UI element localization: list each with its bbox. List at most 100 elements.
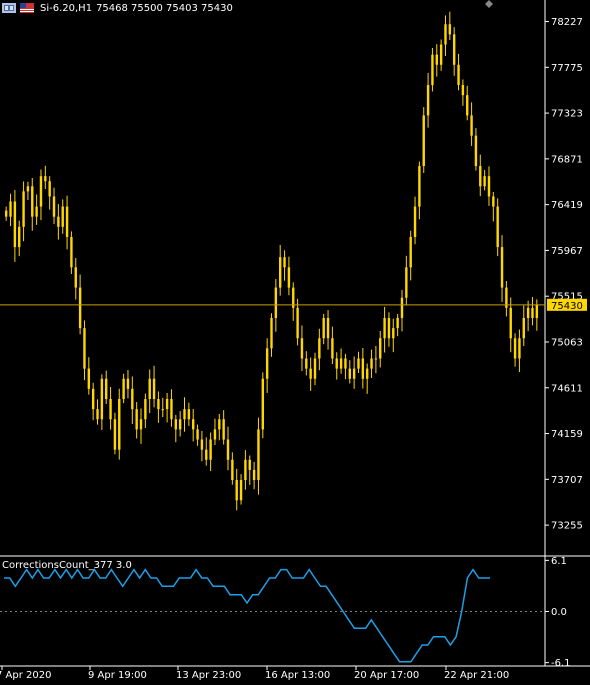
candle-body [418, 166, 421, 207]
candle-body [118, 399, 121, 450]
candle-body [426, 85, 430, 116]
candle-body [387, 317, 391, 339]
candle-body [170, 399, 173, 420]
candle-body [39, 176, 43, 207]
candle-body [257, 429, 260, 481]
candle-body [496, 206, 499, 248]
candle-body [113, 419, 117, 450]
candle-body [4, 210, 8, 217]
candle-body [183, 409, 186, 420]
candle-body [422, 115, 425, 167]
candle-body [361, 358, 365, 379]
price-tick-label: 74159 [551, 429, 583, 440]
candle-body [109, 399, 112, 420]
price-chart[interactable]: 7822777775773237687176419759677551575063… [0, 0, 590, 681]
candle-body [396, 317, 399, 329]
candle-body [409, 236, 412, 268]
scroll-marker-icon [485, 0, 493, 8]
candle-body [392, 328, 395, 339]
candle-body [148, 378, 151, 400]
candle-body [500, 247, 504, 288]
candle-body [9, 201, 12, 217]
candle-body [318, 338, 321, 359]
indicator-tick-label: 0.0 [551, 607, 567, 618]
candle-body [405, 267, 408, 298]
price-tick-label: 75967 [551, 246, 583, 257]
candle-body [339, 358, 343, 369]
candle-body [522, 317, 525, 339]
candle-body [309, 368, 312, 379]
flag-icon-2 [20, 3, 34, 13]
candle-body [87, 368, 91, 389]
candle-body [531, 307, 534, 318]
price-tick-label: 77323 [551, 109, 583, 120]
candle-body [135, 409, 138, 430]
candle-body [518, 338, 521, 359]
candle-body [122, 378, 125, 400]
candle-body [470, 115, 473, 136]
candle-body [435, 54, 438, 65]
candle-body [448, 24, 452, 35]
candle-body [352, 368, 356, 379]
candle-body [374, 358, 378, 360]
candle-body [383, 317, 386, 339]
candle-body [474, 135, 478, 167]
candle-body [74, 267, 77, 288]
candle-body [96, 409, 99, 420]
candle-body [479, 166, 482, 187]
candle-body [300, 338, 304, 359]
candle-body [187, 409, 191, 420]
candle-body [48, 181, 51, 197]
price-tick-label: 74611 [551, 383, 583, 394]
candle-body [526, 307, 530, 318]
candle-body [57, 216, 60, 227]
candle-body [213, 429, 217, 440]
chart-area[interactable]: 78227 77775 77323 76871 76419 75967 75515 75063… [0, 0, 590, 681]
candle-body [348, 368, 351, 379]
candle-body [357, 358, 360, 369]
candle-body [244, 459, 247, 481]
candle-body [13, 201, 17, 248]
candle-body [439, 44, 443, 65]
price-tick-label: 76871 [551, 154, 583, 165]
candle-body [265, 348, 269, 379]
price-tick-label: 78227 [551, 17, 583, 28]
candle-body [231, 459, 234, 481]
candle-body [18, 226, 21, 248]
candle-body [261, 378, 265, 430]
candle-body [52, 196, 56, 217]
candle-body [31, 186, 34, 217]
candle-body [452, 34, 456, 65]
candle-body [270, 317, 273, 349]
candle-body [70, 236, 73, 268]
time-tick-label: 9 Apr 19:00 [88, 670, 147, 681]
candle-body [335, 358, 338, 369]
candle-body [252, 469, 256, 481]
candle-body [26, 186, 30, 192]
candle-body [200, 439, 204, 450]
candle-body [144, 399, 147, 420]
candle-body [165, 399, 169, 410]
candle-body [492, 196, 495, 207]
price-tick-label: 77775 [551, 63, 583, 74]
price-tick-label: 73707 [551, 475, 583, 486]
candle-body [139, 419, 143, 430]
indicator-tick-label: -6.1 [551, 658, 571, 669]
indicator-tick-label: 6.1 [551, 556, 567, 567]
candle-body [444, 24, 447, 45]
candle-body [61, 206, 64, 227]
candle-body [431, 54, 434, 86]
candle-body [222, 419, 225, 440]
candle-body [44, 176, 47, 182]
candle-body [239, 480, 243, 501]
time-tick-label: 13 Apr 23:00 [176, 670, 241, 681]
time-tick-label: 22 Apr 21:00 [444, 670, 509, 681]
candle-body [78, 287, 82, 329]
flag-icon-1 [2, 3, 16, 13]
time-tick-label: 20 Apr 17:00 [354, 670, 419, 681]
candle-body [487, 176, 491, 197]
time-tick-label: 7 Apr 2020 [0, 670, 51, 681]
candle-body [178, 419, 182, 430]
indicator-title: CorrectionsCount_377 3.0 [2, 560, 132, 571]
candle-body [466, 95, 469, 116]
